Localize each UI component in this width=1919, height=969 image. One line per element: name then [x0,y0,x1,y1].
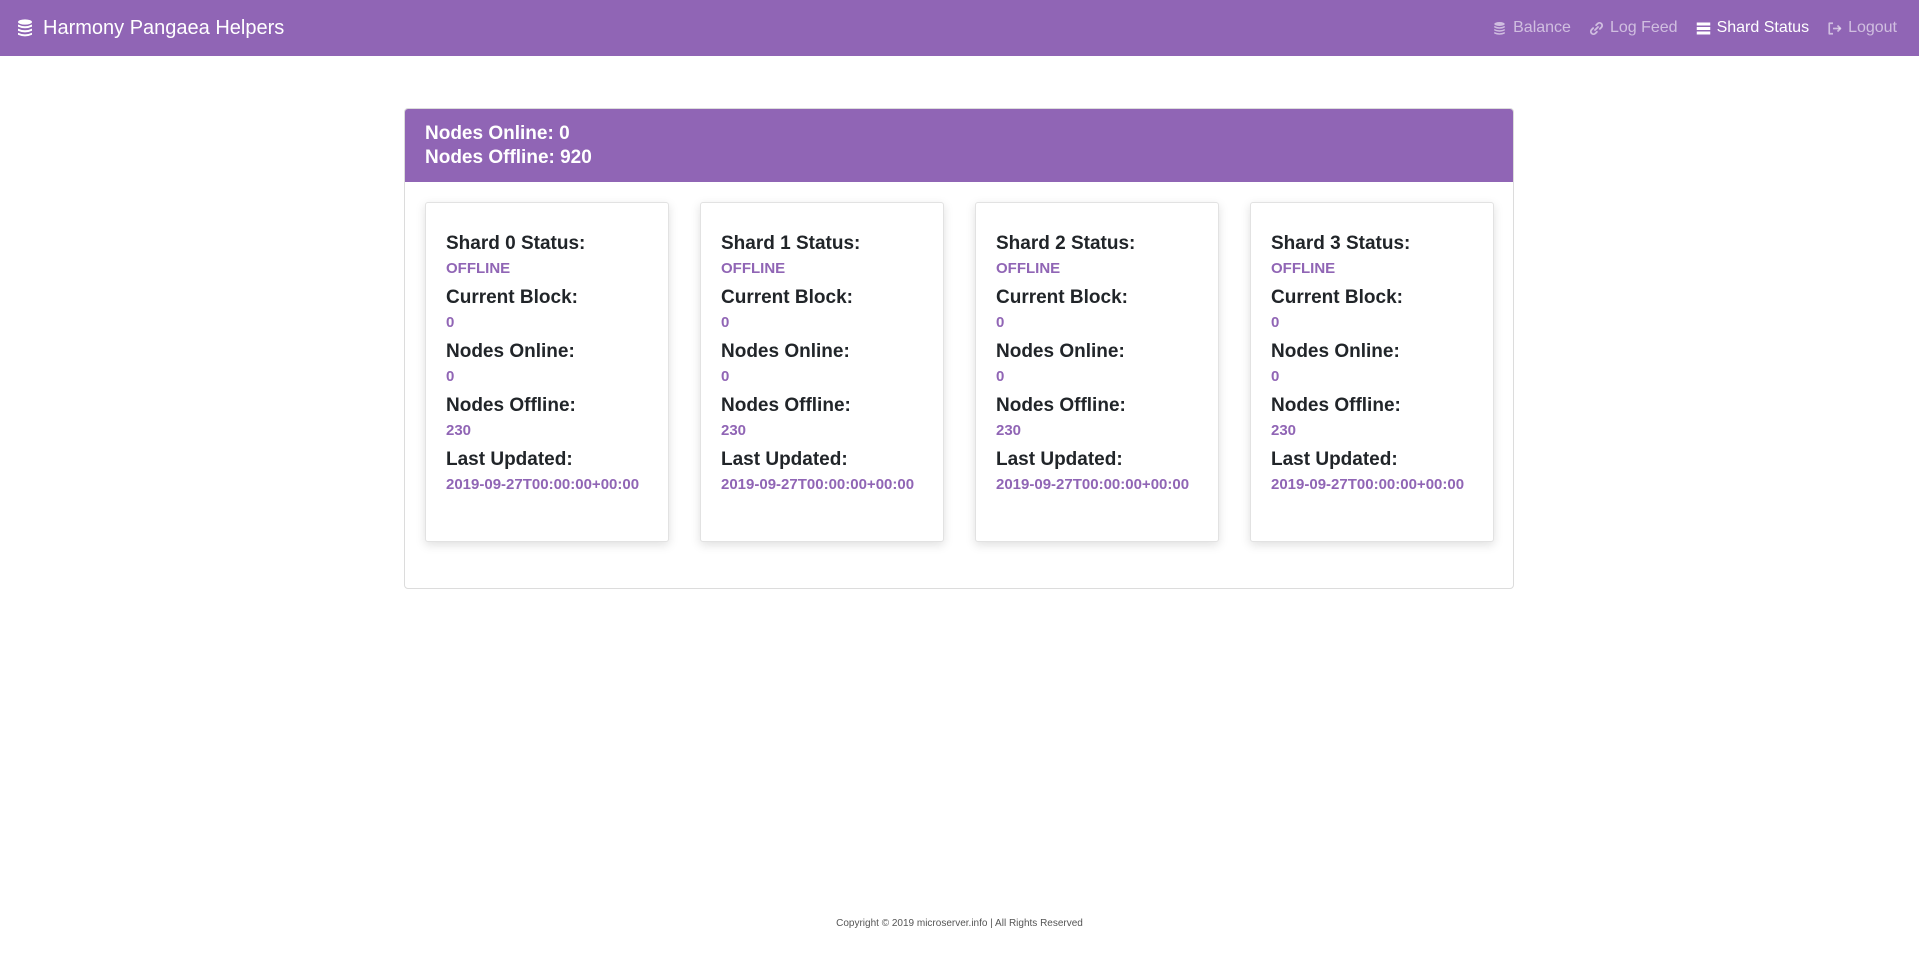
brand-title: Harmony Pangaea Helpers [43,16,285,39]
shard-status-panel: Nodes Online: 0 Nodes Offline: 920 Shard… [404,108,1514,589]
nodes-offline-value: 230 [1271,422,1297,439]
nodes-online-value: 0 [446,368,455,385]
current-block-label: Current Block: [1271,287,1403,308]
last-updated-label: Last Updated: [1271,449,1398,470]
nodes-offline-label: Nodes Offline: [721,395,851,416]
nodes-offline-value: 230 [721,422,747,439]
nav-logout-label: Logout [1848,19,1897,36]
nodes-online-label: Nodes Online: [1271,341,1400,362]
current-block-value: 0 [721,314,730,331]
nodes-offline-label: Nodes Offline: [996,395,1126,416]
last-updated-label: Last Updated: [721,449,848,470]
nav-menu: Balance Log Feed Shard Status Logout [1492,0,1897,56]
list-icon [1696,21,1711,36]
last-updated-label: Last Updated: [446,449,573,470]
footer-copyright: Copyright © 2019 microserver.info | All … [836,918,1083,929]
nodes-online-label: Nodes Online: [996,341,1125,362]
shard-status-value: OFFLINE [446,260,511,277]
current-block-value: 0 [446,314,455,331]
shard-status-value: OFFLINE [1271,260,1336,277]
nodes-summary-header: Nodes Online: 0 Nodes Offline: 920 [405,109,1513,182]
current-block-label: Current Block: [996,287,1128,308]
nodes-online-value: 0 [721,368,730,385]
nav-balance-link[interactable]: Balance [1492,19,1571,37]
shard-card-3: Shard 3 Status: OFFLINE Current Block: 0… [1250,202,1494,542]
nav-shard-status-link[interactable]: Shard Status [1696,19,1810,37]
nav-balance-label: Balance [1513,19,1571,36]
summary-nodes-online: Nodes Online: 0 [425,123,570,144]
brand-link[interactable]: Harmony Pangaea Helpers [15,0,284,56]
nodes-online-label: Nodes Online: [721,341,850,362]
current-block-value: 0 [996,314,1005,331]
nav-shard-status-label: Shard Status [1716,19,1810,36]
current-block-label: Current Block: [721,287,853,308]
nodes-online-value: 0 [1271,368,1280,385]
nav-log-feed-link[interactable]: Log Feed [1589,19,1678,37]
shard-card-1: Shard 1 Status: OFFLINE Current Block: 0… [700,202,944,542]
nodes-online-value: 0 [996,368,1005,385]
shard-status-label: Shard 0 Status: [446,233,586,254]
shard-card-2: Shard 2 Status: OFFLINE Current Block: 0… [975,202,1219,542]
link-icon [1589,21,1604,36]
shard-cards: Shard 0 Status: OFFLINE Current Block: 0… [425,202,1494,542]
nodes-offline-value: 230 [996,422,1022,439]
nodes-offline-value: 230 [446,422,472,439]
shard-status-label: Shard 1 Status: [721,233,861,254]
nav-logout-link[interactable]: Logout [1827,19,1897,37]
shard-status-value: OFFLINE [721,260,786,277]
shard-status-label: Shard 3 Status: [1271,233,1411,254]
coins-icon [15,18,35,38]
last-updated-label: Last Updated: [996,449,1123,470]
nodes-offline-label: Nodes Offline: [446,395,576,416]
last-updated-value: 2019-09-27T00:00:00+00:00 [721,476,915,493]
shard-card-0: Shard 0 Status: OFFLINE Current Block: 0… [425,202,669,542]
current-block-label: Current Block: [446,287,578,308]
shard-status-value: OFFLINE [996,260,1061,277]
last-updated-value: 2019-09-27T00:00:00+00:00 [1271,476,1465,493]
last-updated-value: 2019-09-27T00:00:00+00:00 [446,476,640,493]
summary-nodes-offline: Nodes Offline: 920 [425,147,592,168]
shard-status-label: Shard 2 Status: [996,233,1136,254]
coins-icon [1492,21,1507,36]
nodes-offline-label: Nodes Offline: [1271,395,1401,416]
last-updated-value: 2019-09-27T00:00:00+00:00 [996,476,1190,493]
nodes-online-label: Nodes Online: [446,341,575,362]
top-navbar: Harmony Pangaea Helpers Balance Log Feed… [0,0,1919,56]
nav-log-feed-label: Log Feed [1609,19,1678,36]
sign-out-icon [1827,21,1842,36]
current-block-value: 0 [1271,314,1280,331]
